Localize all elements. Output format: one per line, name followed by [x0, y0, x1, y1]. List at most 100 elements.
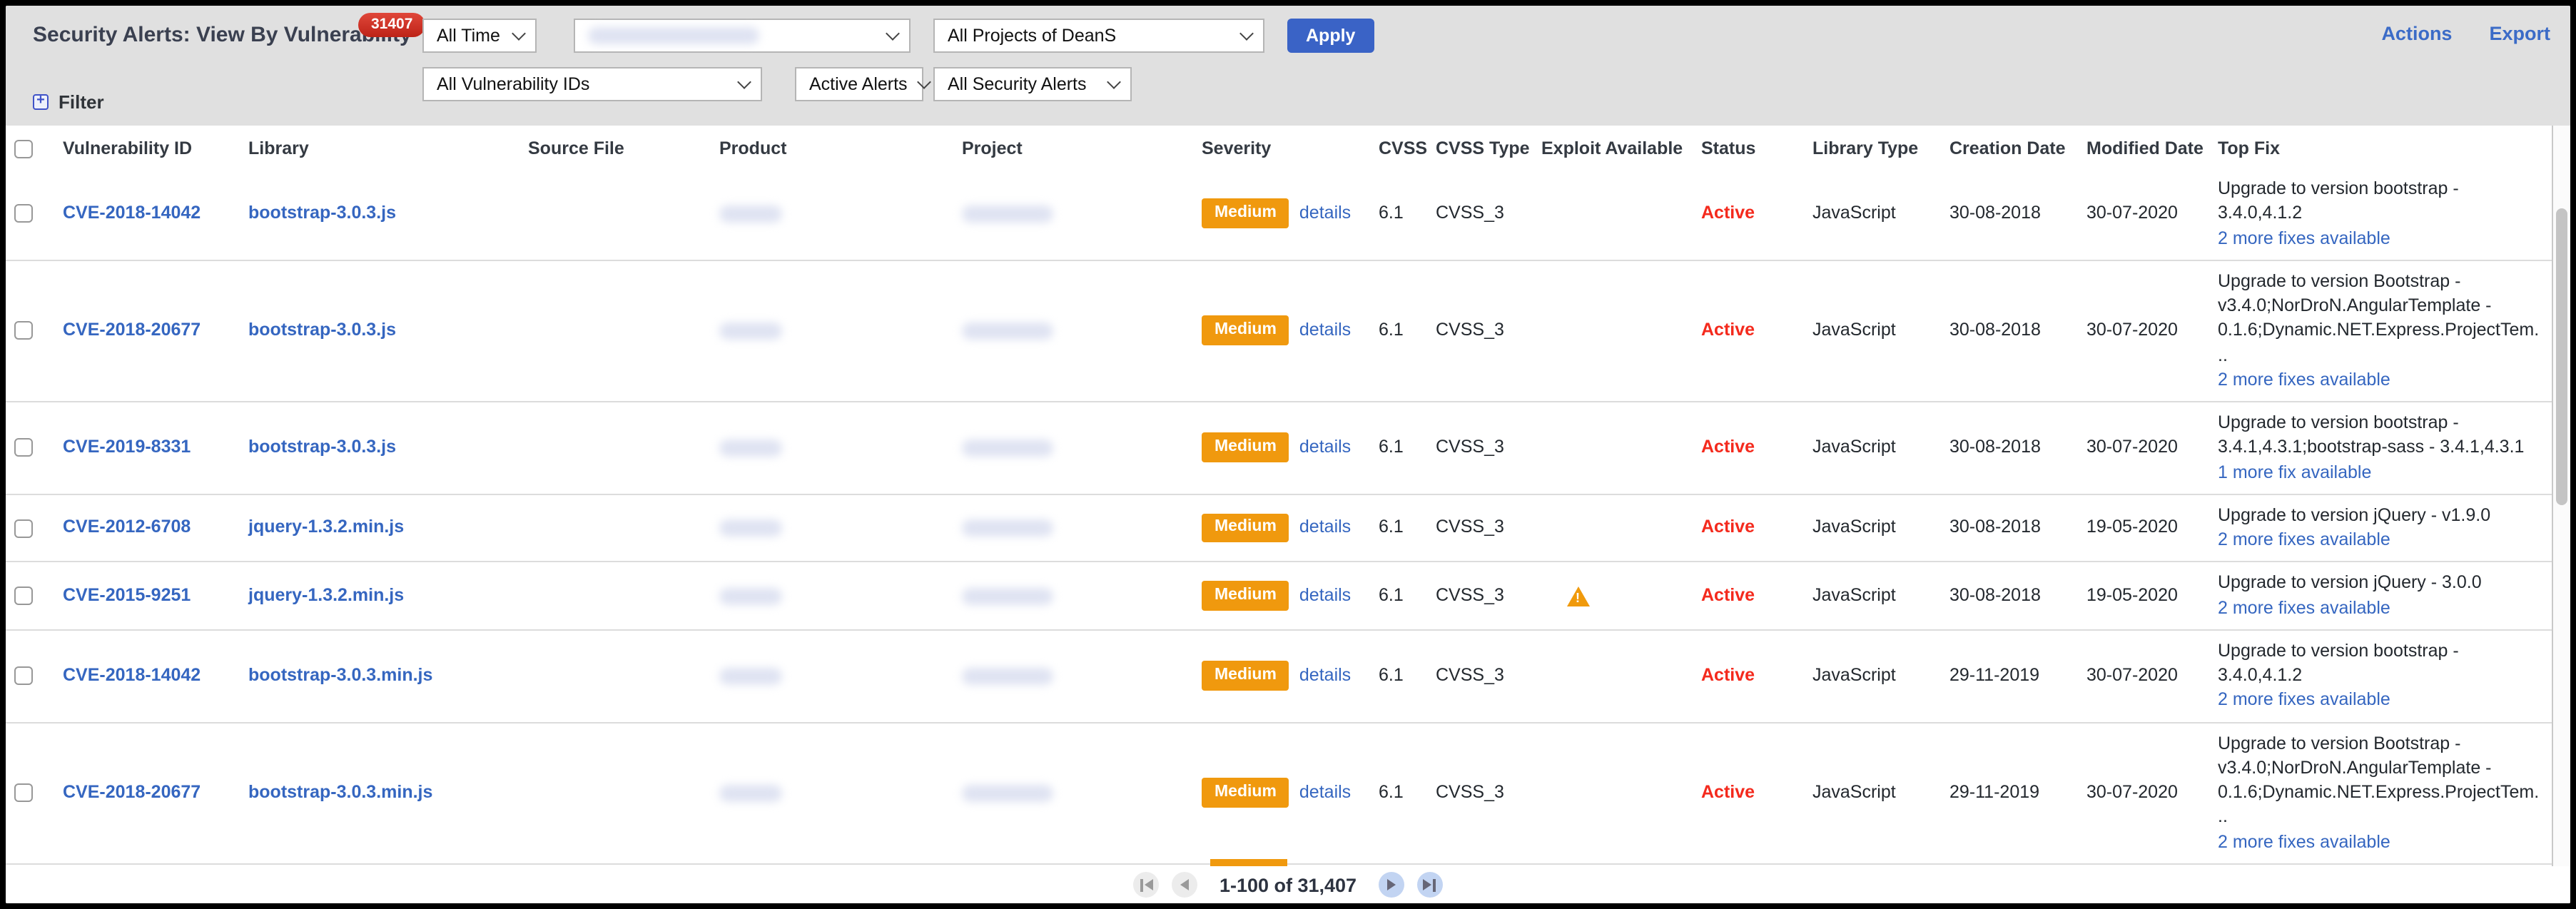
column-header[interactable]: Status: [1693, 126, 1804, 168]
row-checkbox[interactable]: [14, 519, 33, 537]
details-link[interactable]: details: [1299, 664, 1351, 689]
more-fixes-link[interactable]: 2 more fixes available: [2218, 596, 2543, 621]
row-checkbox[interactable]: [14, 439, 33, 457]
column-header[interactable]: Product: [711, 126, 953, 168]
modified-date: 30-07-2020: [2078, 722, 2209, 864]
library-type: JavaScript: [1804, 630, 1941, 723]
modified-date: 30-07-2020: [2078, 260, 2209, 402]
library-link[interactable]: bootstrap-3.0.3.js: [248, 320, 396, 340]
time-filter-select[interactable]: All Time: [422, 19, 537, 53]
next-page-button[interactable]: [1378, 872, 1404, 898]
vertical-scrollbar[interactable]: [2552, 126, 2570, 866]
column-header[interactable]: CVSS Type: [1427, 126, 1533, 168]
column-header[interactable]: Library Type: [1804, 126, 1941, 168]
column-header[interactable]: Vulnerability ID: [54, 126, 240, 168]
exploit-available-cell: [1533, 260, 1693, 402]
row-checkbox[interactable]: [14, 205, 33, 223]
first-page-button[interactable]: [1134, 872, 1160, 898]
table-row: CVE-2018-20677 bootstrap-3.0.3.js Medium…: [6, 260, 2552, 402]
more-fixes-link[interactable]: 2 more fixes available: [2218, 830, 2543, 855]
row-checkbox[interactable]: [14, 783, 33, 802]
details-link[interactable]: details: [1299, 201, 1351, 226]
more-fixes-link[interactable]: 2 more fixes available: [2218, 368, 2543, 393]
library-link[interactable]: jquery-1.3.2.min.js: [248, 585, 404, 605]
product-cell: [711, 168, 953, 260]
details-link[interactable]: details: [1299, 781, 1351, 806]
scrollbar-thumb[interactable]: [2556, 208, 2567, 505]
product-cell: [711, 722, 953, 864]
scope-filter-select[interactable]: [574, 19, 911, 53]
severity-badge: Medium: [1202, 581, 1289, 611]
more-fixes-link[interactable]: 2 more fixes available: [2218, 226, 2543, 251]
library-link[interactable]: bootstrap-3.0.3.min.js: [248, 665, 432, 685]
library-link[interactable]: jquery-1.3.2.min.js: [248, 517, 404, 537]
row-checkbox[interactable]: [14, 666, 33, 685]
library-type: JavaScript: [1804, 562, 1941, 630]
vulnerability-id-link[interactable]: CVE-2015-9251: [63, 585, 191, 605]
chevron-down-icon: [737, 74, 751, 88]
details-link[interactable]: details: [1299, 516, 1351, 541]
project-cell: [953, 494, 1193, 562]
row-checkbox[interactable]: [14, 322, 33, 340]
vulnerability-ids-filter-value: All Vulnerability IDs: [437, 74, 589, 94]
severity-badge: Medium: [1202, 433, 1289, 463]
creation-date: 29-11-2019: [1941, 630, 2078, 723]
library-link[interactable]: bootstrap-3.0.3.min.js: [248, 782, 432, 802]
column-header[interactable]: Top Fix: [2209, 126, 2552, 168]
library-link[interactable]: bootstrap-3.0.3.js: [248, 203, 396, 223]
cvss-type: CVSS_3: [1427, 402, 1533, 494]
more-fixes-link[interactable]: 1 more fix available: [2218, 460, 2543, 485]
library-link[interactable]: bootstrap-3.0.3.js: [248, 437, 396, 457]
actions-link[interactable]: Actions: [2381, 23, 2452, 44]
vulnerability-id-link[interactable]: CVE-2019-8331: [63, 437, 191, 457]
column-header[interactable]: Project: [953, 126, 1193, 168]
project-cell: [953, 630, 1193, 723]
project-cell: [953, 722, 1193, 864]
vulnerability-id-link[interactable]: CVE-2018-20677: [63, 782, 201, 802]
page-title: Security Alerts: View By Vulnerability: [33, 23, 412, 47]
table-row: CVE-2018-14042 bootstrap-3.0.3.js Medium…: [6, 168, 2552, 260]
column-header[interactable]: Creation Date: [1941, 126, 2078, 168]
modified-date: 30-07-2020: [2078, 402, 2209, 494]
last-page-button[interactable]: [1416, 872, 1442, 898]
details-link[interactable]: details: [1299, 318, 1351, 343]
details-link[interactable]: details: [1299, 435, 1351, 460]
severity-badge: Medium: [1202, 316, 1289, 346]
vulnerability-id-link[interactable]: CVE-2018-20677: [63, 320, 201, 340]
column-header[interactable]: Library: [240, 126, 519, 168]
column-header[interactable]: Severity: [1193, 126, 1370, 168]
filter-toggle[interactable]: + Filter: [33, 91, 104, 113]
source-file-cell: [519, 494, 711, 562]
details-link[interactable]: details: [1299, 584, 1351, 609]
vulnerability-id-link[interactable]: CVE-2018-14042: [63, 203, 201, 223]
column-header[interactable]: Modified Date: [2078, 126, 2209, 168]
exploit-available-cell: [1533, 168, 1693, 260]
previous-page-button[interactable]: [1172, 872, 1198, 898]
more-fixes-link[interactable]: 2 more fixes available: [2218, 689, 2543, 714]
table-header-row: Vulnerability IDLibrarySource FileProduc…: [6, 126, 2552, 168]
select-all-checkbox[interactable]: [14, 139, 33, 158]
column-header[interactable]: CVSS: [1370, 126, 1427, 168]
vulnerability-id-link[interactable]: CVE-2018-14042: [63, 665, 201, 685]
product-redacted: [719, 587, 782, 604]
more-fixes-link[interactable]: 2 more fixes available: [2218, 528, 2543, 553]
source-file-cell: [519, 722, 711, 864]
vulnerability-ids-filter-select[interactable]: All Vulnerability IDs: [422, 67, 762, 101]
column-header[interactable]: Source File: [519, 126, 711, 168]
creation-date: 30-08-2018: [1941, 494, 2078, 562]
alert-type-filter-select[interactable]: All Security Alerts: [933, 67, 1132, 101]
export-link[interactable]: Export: [2489, 23, 2550, 44]
cvss-score: 6.1: [1370, 494, 1427, 562]
alert-state-filter-select[interactable]: Active Alerts: [795, 67, 923, 101]
vulnerability-id-link[interactable]: CVE-2012-6708: [63, 517, 191, 537]
severity-badge: Medium: [1202, 778, 1289, 808]
product-redacted: [719, 784, 782, 801]
apply-button[interactable]: Apply: [1287, 19, 1374, 53]
cvss-type: CVSS_3: [1427, 630, 1533, 723]
column-header[interactable]: Exploit Available: [1533, 126, 1693, 168]
product-redacted: [719, 323, 782, 340]
projects-filter-select[interactable]: All Projects of DeanS: [933, 19, 1264, 53]
cvss-score: 6.1: [1370, 722, 1427, 864]
row-checkbox[interactable]: [14, 586, 33, 605]
cvss-score: 6.1: [1370, 630, 1427, 723]
